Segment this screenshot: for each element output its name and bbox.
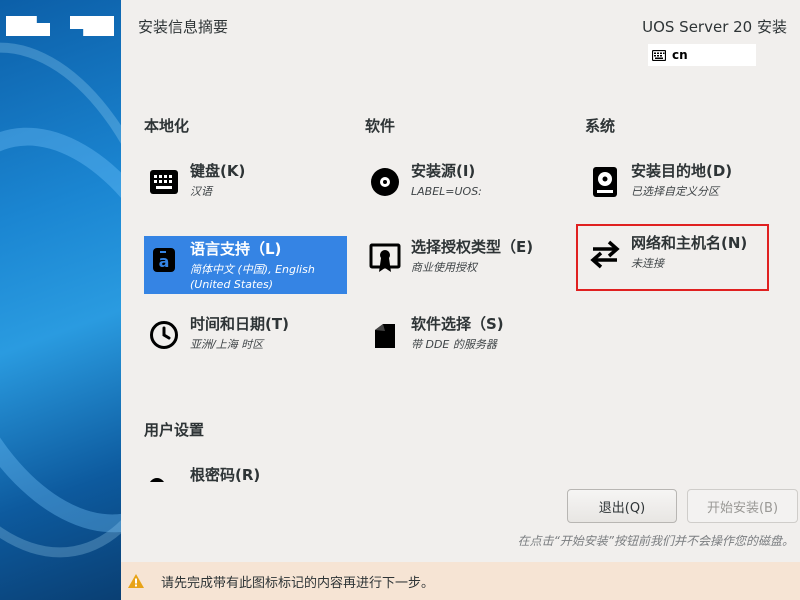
spoke-title: 时间和日期(T) <box>190 315 289 333</box>
package-icon <box>367 317 403 353</box>
category-user-settings: 用户设置 <box>144 421 205 439</box>
warning-icon <box>128 574 144 588</box>
sidebar-artwork <box>0 0 121 600</box>
spoke-title: 安装源(I) <box>411 162 476 180</box>
category-system: 系统 <box>585 117 616 135</box>
spoke-title: 选择授权类型（E) <box>411 238 534 256</box>
spoke-install-source[interactable]: 安装源(I) LABEL=UOS: <box>365 158 570 204</box>
certificate-icon <box>367 240 403 276</box>
spoke-datetime[interactable]: 时间和日期(T) 亚洲/上海 时区 <box>144 311 347 357</box>
category-localization: 本地化 <box>144 117 190 135</box>
svg-text:a: a <box>159 252 170 271</box>
keyboard-layout-label: cn <box>672 48 688 62</box>
category-software: 软件 <box>365 117 396 135</box>
spoke-title: 语言支持（L) <box>190 240 282 258</box>
distro-logo <box>70 16 114 36</box>
spoke-license[interactable]: 选择授权类型（E) 商业使用授权 <box>365 234 570 280</box>
spoke-title: 软件选择（S) <box>411 315 504 333</box>
hard-disk-icon <box>587 164 623 200</box>
spoke-language[interactable]: a 语言支持（L) 简体中文 (中国), English (United Sta… <box>144 236 347 294</box>
clock-icon <box>146 317 182 353</box>
warning-text: 请先完成带有此图标标记的内容再进行下一步。 <box>161 575 435 591</box>
warning-bar: 请先完成带有此图标标记的内容再进行下一步。 <box>121 562 800 600</box>
hub-content: 本地化 软件 系统 键盘(K) 汉语 a 语言支持（L) 简体中文 (中国), … <box>121 80 800 482</box>
begin-installation-button[interactable]: 开始安装(B) <box>687 489 798 523</box>
keyboard-icon <box>146 164 182 200</box>
language-icon: a <box>146 242 182 278</box>
spoke-status: 简体中文 (中国), English (United States) <box>190 263 315 291</box>
spoke-install-destination[interactable]: 安装目的地(D) 已选择自定义分区 <box>585 158 775 204</box>
keyboard-icon <box>652 49 666 61</box>
disc-icon <box>367 164 403 200</box>
spoke-title: 网络和主机名(N) <box>631 234 748 252</box>
spoke-status: 已选择自定义分区 <box>631 185 719 198</box>
distro-logo <box>6 16 50 36</box>
spoke-status: LABEL=UOS: <box>411 185 482 198</box>
spoke-title: 根密码(R) <box>190 466 261 482</box>
spoke-status: 汉语 <box>190 185 212 198</box>
page-title: 安装信息摘要 <box>138 18 229 36</box>
quit-button[interactable]: 退出(Q) <box>567 489 677 523</box>
header: 安装信息摘要 UOS Server 20 安装 cn <box>121 0 800 80</box>
spoke-title: 安装目的地(D) <box>631 162 733 180</box>
key-icon <box>146 468 182 482</box>
spoke-software-selection[interactable]: 软件选择（S) 带 DDE 的服务器 <box>365 311 570 357</box>
disk-safety-hint: 在点击“开始安装”按钮前我们并不会操作您的磁盘。 <box>517 534 794 548</box>
network-arrows-icon <box>587 236 623 272</box>
spoke-status: 未连接 <box>631 257 664 270</box>
spoke-status: 带 DDE 的服务器 <box>411 338 497 351</box>
spoke-root-password[interactable]: 根密码(R) <box>144 462 347 482</box>
spoke-network-hostname[interactable]: 网络和主机名(N) 未连接 <box>576 224 769 291</box>
spoke-status: 商业使用授权 <box>411 261 477 274</box>
product-title: UOS Server 20 安装 <box>642 18 787 36</box>
spoke-status: 亚洲/上海 时区 <box>190 338 264 351</box>
spoke-keyboard[interactable]: 键盘(K) 汉语 <box>144 158 347 204</box>
spoke-title: 键盘(K) <box>190 162 246 180</box>
keyboard-layout-indicator[interactable]: cn <box>648 44 756 66</box>
